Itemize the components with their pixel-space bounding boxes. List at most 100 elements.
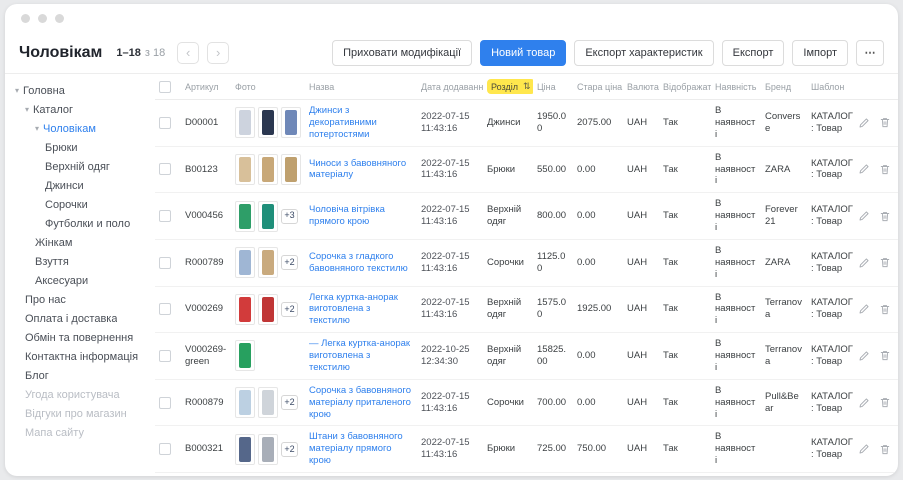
import-button[interactable]: Імпорт xyxy=(792,40,848,66)
edit-icon[interactable] xyxy=(859,163,870,175)
product-photos-cell: +3 xyxy=(231,193,305,240)
sidebar-item[interactable]: Про нас xyxy=(5,290,155,309)
product-price-cell: 15825.00 xyxy=(533,333,573,380)
product-photo xyxy=(258,107,278,138)
column-header[interactable]: Стара ціна xyxy=(573,74,623,100)
row-checkbox[interactable] xyxy=(159,397,171,409)
hide-modifications-button[interactable]: Приховати модифікації xyxy=(332,40,472,66)
product-photos-cell: +2 xyxy=(231,473,305,477)
sidebar-item[interactable]: Аксесуари xyxy=(5,271,155,290)
sidebar-item[interactable]: Взуття xyxy=(5,252,155,271)
edit-icon[interactable] xyxy=(859,397,870,409)
window-control-dot[interactable] xyxy=(21,14,30,23)
product-date-cell: 2022-07-15 11:43:16 xyxy=(417,473,483,477)
delete-icon[interactable] xyxy=(879,349,891,362)
edit-icon[interactable] xyxy=(859,117,870,129)
sidebar-item[interactable]: Джинси xyxy=(5,176,155,195)
column-header[interactable]: Фото xyxy=(231,74,305,100)
product-photos-cell xyxy=(231,333,305,380)
product-date: 2022-07-15 11:43:16 xyxy=(421,297,470,320)
row-checkbox[interactable] xyxy=(159,303,171,315)
column-header[interactable]: Розділ⇅ xyxy=(483,74,533,100)
delete-icon[interactable] xyxy=(879,210,891,223)
more-photos-badge[interactable]: +2 xyxy=(281,255,298,270)
sidebar-item[interactable]: ▾Чоловікам xyxy=(5,119,155,138)
product-name-link[interactable]: Чиноси з бавовняного матеріалу xyxy=(309,158,406,181)
chevron-down-icon[interactable]: ▾ xyxy=(15,87,19,95)
sidebar-item[interactable]: Верхній одяг xyxy=(5,157,155,176)
sidebar-item[interactable]: Угода користувача xyxy=(5,385,155,404)
row-checkbox[interactable] xyxy=(159,117,171,129)
product-template-cell: КАТАЛОГ: Товар xyxy=(807,239,859,286)
row-checkbox[interactable] xyxy=(159,257,171,269)
column-header[interactable]: Відображати xyxy=(659,74,711,100)
product-name-link[interactable]: Джинси з декоративними потертостями xyxy=(309,105,377,140)
delete-icon[interactable] xyxy=(879,396,891,409)
sidebar-item[interactable]: ▾Головна xyxy=(5,81,155,100)
sort-icon[interactable]: ⇅ xyxy=(523,81,531,92)
sidebar-item[interactable]: Жінкам xyxy=(5,233,155,252)
edit-icon[interactable] xyxy=(859,443,870,455)
sidebar-item[interactable]: Брюки xyxy=(5,138,155,157)
row-checkbox[interactable] xyxy=(159,350,171,362)
product-name-link[interactable]: Чоловіча вітрівка прямого крою xyxy=(309,204,385,227)
more-photos-badge[interactable]: +3 xyxy=(281,209,298,224)
sidebar-item[interactable]: Сорочки xyxy=(5,195,155,214)
edit-icon[interactable] xyxy=(859,210,870,222)
more-photos-badge[interactable]: +2 xyxy=(281,302,298,317)
product-photo xyxy=(235,340,255,371)
product-date-cell: 2022-07-15 11:43:16 xyxy=(417,286,483,333)
product-photo xyxy=(281,107,301,138)
prev-page-button[interactable]: ‹ xyxy=(177,42,199,64)
product-name-link[interactable]: — Легка куртка-анорак виготовлена з текс… xyxy=(309,338,410,373)
product-name-link[interactable]: Сорочка з гладкого бавовняного текстилю xyxy=(309,251,408,274)
chevron-down-icon[interactable]: ▾ xyxy=(35,125,39,133)
more-actions-button[interactable]: ⋯ xyxy=(856,40,884,66)
row-actions-cell xyxy=(859,239,898,286)
delete-icon[interactable] xyxy=(879,116,891,129)
row-checkbox[interactable] xyxy=(159,163,171,175)
select-all-checkbox[interactable] xyxy=(159,81,171,93)
product-availability: В наявності xyxy=(715,198,755,233)
window-control-dot[interactable] xyxy=(55,14,64,23)
column-header[interactable]: Валюта xyxy=(623,74,659,100)
sidebar-item[interactable]: Футболки и поло xyxy=(5,214,155,233)
sidebar-item[interactable]: Блог xyxy=(5,366,155,385)
product-name-link[interactable]: Легка куртка-анорак виготовлена з тексти… xyxy=(309,292,398,327)
row-checkbox[interactable] xyxy=(159,443,171,455)
column-header[interactable]: Артикул xyxy=(181,74,231,100)
sidebar-item[interactable]: Обмін та повернення xyxy=(5,328,155,347)
more-photos-badge[interactable]: +2 xyxy=(281,442,298,457)
sidebar-item[interactable]: ▾Каталог xyxy=(5,100,155,119)
edit-icon[interactable] xyxy=(859,303,870,315)
product-brand-cell: Pull&Bear xyxy=(761,379,807,426)
window-control-dot[interactable] xyxy=(38,14,47,23)
delete-icon[interactable] xyxy=(879,303,891,316)
sidebar-item[interactable]: Оплата і доставка xyxy=(5,309,155,328)
sidebar-item[interactable]: Мапа сайту xyxy=(5,423,155,442)
delete-icon[interactable] xyxy=(879,443,891,456)
column-header[interactable]: Дата додавання xyxy=(417,74,483,100)
column-header[interactable]: Бренд xyxy=(761,74,807,100)
product-name-link[interactable]: Штани з бавовняного матеріалу прямого кр… xyxy=(309,431,403,466)
column-header[interactable]: Назва xyxy=(305,74,417,100)
edit-icon[interactable] xyxy=(859,350,870,362)
new-product-button[interactable]: Новий товар xyxy=(480,40,566,66)
column-header[interactable]: Ціна xyxy=(533,74,573,100)
next-page-button[interactable]: › xyxy=(207,42,229,64)
highlighted-column-header[interactable]: Розділ⇅ xyxy=(487,79,533,94)
edit-icon[interactable] xyxy=(859,257,870,269)
row-checkbox[interactable] xyxy=(159,210,171,222)
sidebar-item[interactable]: Контактна інформація xyxy=(5,347,155,366)
column-header[interactable]: Шаблон xyxy=(807,74,859,100)
export-button[interactable]: Експорт xyxy=(722,40,785,66)
delete-icon[interactable] xyxy=(879,163,891,176)
chevron-down-icon[interactable]: ▾ xyxy=(25,106,29,114)
delete-icon[interactable] xyxy=(879,256,891,269)
product-template-cell: КАТАЛОГ: Товар xyxy=(807,473,859,477)
sidebar-item[interactable]: Відгуки про магазин xyxy=(5,404,155,423)
more-photos-badge[interactable]: +2 xyxy=(281,395,298,410)
export-characteristics-button[interactable]: Експорт характеристик xyxy=(574,40,713,66)
product-name-link[interactable]: Сорочка з бавовняного матеріалу притален… xyxy=(309,385,411,420)
column-header[interactable]: Наявність xyxy=(711,74,761,100)
